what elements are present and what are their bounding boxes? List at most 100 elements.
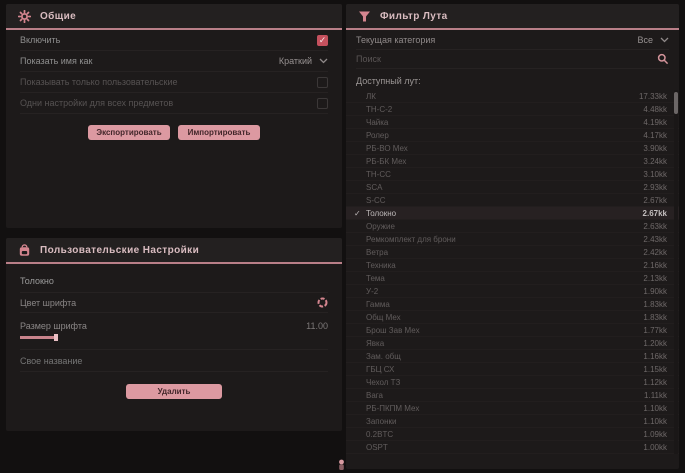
loot-item-name: Общ Мех: [366, 313, 401, 322]
loot-row[interactable]: У-2 1.90kk: [346, 285, 679, 298]
loot-scrollbar-thumb[interactable]: [674, 92, 678, 114]
loot-row[interactable]: Толокно 2.67kk: [346, 207, 679, 220]
funnel-icon: [358, 10, 371, 23]
loot-item-name: Тема: [366, 274, 385, 283]
chevron-down-icon: [319, 58, 328, 64]
loot-row[interactable]: Техника 2.16kk: [346, 259, 679, 272]
loot-item-name: Толокно: [366, 209, 396, 218]
slider-fill: [20, 336, 56, 339]
enable-label: Включить: [20, 35, 60, 45]
loot-item-name: S-СС: [366, 196, 386, 205]
loot-item-name: OSPT: [366, 443, 388, 452]
custom-name-input[interactable]: [20, 356, 328, 366]
show-name-as-select[interactable]: Краткий: [279, 56, 328, 66]
loot-row[interactable]: Запонки 1.10kk: [346, 415, 679, 428]
loot-row[interactable]: Брош Зав Мех 1.77kk: [346, 324, 679, 337]
show-name-as-label: Показать имя как: [20, 56, 92, 66]
font-color-row: Цвет шрифта: [20, 293, 328, 313]
only-custom-checkbox[interactable]: [317, 77, 328, 88]
search-icon[interactable]: [657, 53, 669, 65]
loot-row[interactable]: РБ-ВО Мех 3.90kk: [346, 142, 679, 155]
only-custom-label: Показывать только пользовательские: [20, 77, 178, 87]
loot-item-value: 1.10kk: [643, 404, 667, 413]
same-settings-checkbox[interactable]: [317, 98, 328, 109]
font-size-row: Размер шрифта 11.00: [20, 318, 328, 334]
loot-item-value: 2.93kk: [643, 183, 667, 192]
loot-row[interactable]: Общ Мех 1.83kk: [346, 311, 679, 324]
loot-item-value: 1.10kk: [643, 417, 667, 426]
loot-item-value: 1.83kk: [643, 313, 667, 322]
custom-settings-title: Пользовательские Настройки: [40, 245, 199, 256]
font-size-block: Размер шрифта 11.00: [20, 313, 328, 350]
category-select[interactable]: Все: [637, 35, 669, 45]
loot-item-name: ЛК: [366, 92, 376, 101]
import-button[interactable]: Импортировать: [178, 125, 260, 140]
search-row: [356, 50, 669, 69]
loot-row[interactable]: ЛК 17.33kk: [346, 90, 679, 103]
loot-item-name: Чайка: [366, 118, 388, 127]
figure-icon: [336, 459, 347, 471]
loot-item-name: Вага: [366, 391, 383, 400]
enable-checkbox[interactable]: ✓: [317, 35, 328, 46]
font-size-value: 11.00: [306, 321, 328, 331]
loot-item-value: 1.12kk: [643, 378, 667, 387]
loot-item-value: 1.83kk: [643, 300, 667, 309]
loot-item-name: У-2: [366, 287, 378, 296]
loot-row[interactable]: Гамма 1.83kk: [346, 298, 679, 311]
loot-item-name: Чехол ТЗ: [366, 378, 400, 387]
font-color-label: Цвет шрифта: [20, 298, 76, 308]
only-custom-row: Показывать только пользовательские: [20, 72, 328, 93]
loot-row[interactable]: Явка 1.20kk: [346, 337, 679, 350]
loot-item-name: Явка: [366, 339, 384, 348]
loot-item-name: ТН-СС: [366, 170, 391, 179]
loot-row[interactable]: Вага 1.11kk: [346, 389, 679, 402]
loot-row[interactable]: Ветра 2.42kk: [346, 246, 679, 259]
loot-row[interactable]: Чехол ТЗ 1.12kk: [346, 376, 679, 389]
loot-item-name: Оружие: [366, 222, 395, 231]
loot-row[interactable]: S-СС 2.67kk: [346, 194, 679, 207]
loot-filter-panel: Фильтр Лута Текущая категория Все Доступ…: [346, 4, 679, 469]
loot-row[interactable]: OSPT 1.00kk: [346, 441, 679, 454]
available-loot-label: Доступный лут:: [346, 69, 679, 90]
loot-filter-header: Фильтр Лута: [346, 4, 679, 30]
loot-item-name: 0.2BTC: [366, 430, 393, 439]
loot-item-name: Ветра: [366, 248, 388, 257]
loot-scrollbar[interactable]: [674, 90, 678, 454]
delete-button[interactable]: Удалить: [126, 384, 222, 399]
loot-row[interactable]: РБ-БК Мех 3.24kk: [346, 155, 679, 168]
loot-item-value: 3.90kk: [643, 144, 667, 153]
loot-item-name: Ролер: [366, 131, 389, 140]
loot-row[interactable]: Ролер 4.17kk: [346, 129, 679, 142]
loot-item-value: 4.48kk: [643, 105, 667, 114]
loot-item-value: 4.19kk: [643, 118, 667, 127]
loot-row[interactable]: Ремкомплект для брони 2.43kk: [346, 233, 679, 246]
loot-row[interactable]: ТН-СС 3.10kk: [346, 168, 679, 181]
loot-item-value: 1.20kk: [643, 339, 667, 348]
color-picker-icon[interactable]: [317, 297, 328, 308]
loot-item-value: 1.09kk: [643, 430, 667, 439]
search-input[interactable]: [356, 54, 636, 64]
loot-row[interactable]: SCA 2.93kk: [346, 181, 679, 194]
loot-item-name: ГБЦ СХ: [366, 365, 394, 374]
loot-item-value: 2.63kk: [643, 222, 667, 231]
loot-row[interactable]: 0.2BTC 1.09kk: [346, 428, 679, 441]
loot-row[interactable]: Тема 2.13kk: [346, 272, 679, 285]
same-settings-row: Одни настройки для всех предметов: [20, 93, 328, 114]
loot-row[interactable]: ГБЦ СХ 1.15kk: [346, 363, 679, 376]
loot-item-name: Гамма: [366, 300, 390, 309]
loot-item-value: 2.42kk: [643, 248, 667, 257]
loot-row[interactable]: РБ-ПКПМ Мех 1.10kk: [346, 402, 679, 415]
loot-row[interactable]: Зам. общ 1.16kk: [346, 350, 679, 363]
gear-icon: [18, 10, 31, 23]
loot-item-value: 1.00kk: [643, 443, 667, 452]
loot-row[interactable]: Чайка 4.19kk: [346, 116, 679, 129]
font-size-slider[interactable]: [20, 334, 328, 341]
loot-row[interactable]: ТН-С-2 4.48kk: [346, 103, 679, 116]
font-size-label: Размер шрифта: [20, 321, 87, 331]
loot-item-name: Запонки: [366, 417, 396, 426]
slider-thumb[interactable]: [54, 334, 58, 341]
loot-item-value: 2.67kk: [643, 209, 667, 218]
loot-row[interactable]: Оружие 2.63kk: [346, 220, 679, 233]
export-button[interactable]: Экспортировать: [88, 125, 170, 140]
general-panel-header: Общие: [6, 4, 342, 30]
